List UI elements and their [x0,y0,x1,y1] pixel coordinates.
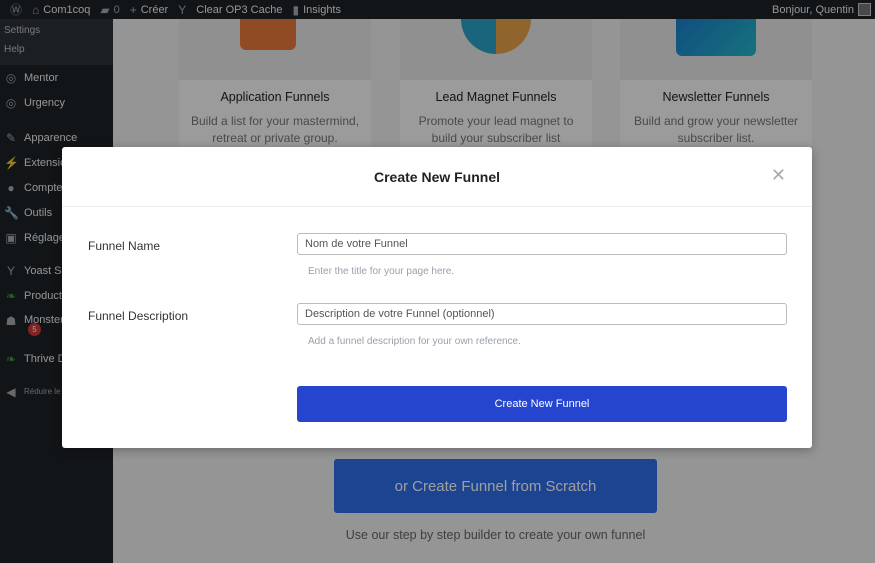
modal-header: Create New Funnel ✕ [62,147,812,207]
create-funnel-modal: Create New Funnel ✕ Funnel Name Enter th… [62,147,812,448]
funnel-name-input[interactable] [297,233,787,255]
funnel-description-input[interactable] [297,303,787,325]
modal-title: Create New Funnel [373,168,501,185]
funnel-name-help: Enter the title for your page here. [308,266,455,277]
funnel-name-label: Funnel Name [88,239,161,253]
create-new-funnel-button[interactable]: Create New Funnel [297,386,787,422]
funnel-description-label: Funnel Description [88,309,189,323]
close-icon[interactable]: ✕ [771,165,786,186]
funnel-description-help: Add a funnel description for your own re… [308,336,521,347]
